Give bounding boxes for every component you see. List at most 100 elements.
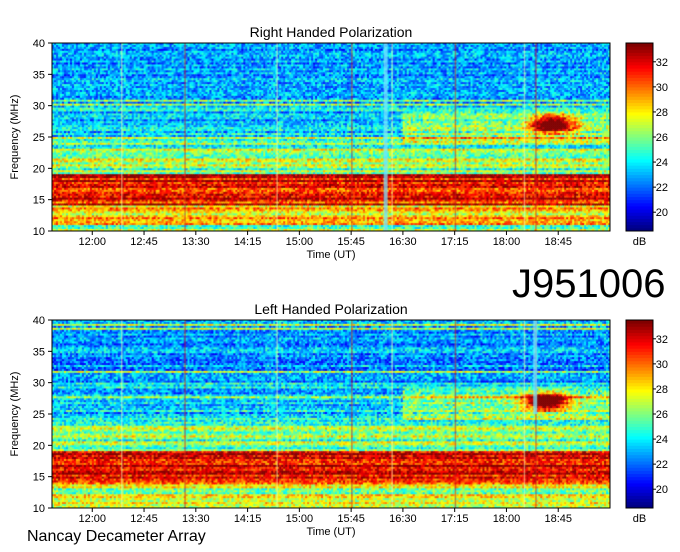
colorbar-segment [626,152,653,157]
colorbar-segment [626,495,653,500]
colorbar-segment [626,46,653,50]
colorbar-tick-label: 24 [656,434,668,446]
y-tick-label: 10 [33,503,45,515]
colorbar-segment [626,180,653,185]
x-tick-label: 15:00 [286,513,314,525]
colorbar-tick-label: 32 [656,57,668,69]
x-tick-label: 15:45 [337,513,365,525]
colorbar-segment [626,80,653,85]
colorbar-segment [626,162,653,166]
colorbar-segment [626,111,653,116]
colorbar-segment [626,470,653,475]
y-tick-label: 15 [33,195,45,207]
colorbar-segment [626,212,653,216]
colorbar-tick-label: 22 [656,459,668,471]
x-tick-label: 16:30 [389,236,417,248]
chart-title: Left Handed Polarization [254,301,407,317]
colorbar-segment [626,370,653,374]
colorbar-segment [626,338,653,343]
colorbar-segment [626,187,653,191]
colorbar-segment [626,205,653,210]
colorbar-segment [626,501,653,506]
y-tick-label: 10 [33,226,45,238]
colorbar-label: dB [633,513,646,525]
colorbar-segment [626,367,653,371]
colorbar-segment [626,435,653,440]
colorbar-segment [626,461,653,465]
colorbar-segment [626,401,653,406]
y-tick-label: 40 [33,315,45,327]
colorbar-segment [626,388,653,393]
y-tick-label: 20 [33,440,45,452]
colorbar-segment [626,64,653,69]
chart-title: Right Handed Polarization [250,24,413,40]
colorbar-segment [626,99,653,104]
colorbar-segment [626,439,653,443]
y-tick-label: 25 [33,409,45,421]
colorbar-segment [626,407,653,412]
colorbar-tick-label: 26 [656,409,668,421]
colorbar-segment [626,398,653,402]
x-axis-label: Time (UT) [306,249,355,261]
colorbar-segment [626,218,653,223]
x-tick-label: 14:15 [234,513,262,525]
colorbar-tick-label: 28 [656,384,668,396]
colorbar-segment [626,373,653,377]
colorbar-segment [626,426,653,431]
colorbar-tick-label: 20 [656,207,668,219]
y-tick-label: 20 [33,163,45,175]
colorbar-segment [626,326,653,330]
colorbar-segment [626,376,653,381]
colorbar-tick-label: 26 [656,132,668,144]
instrument-label: Nancay Decameter Array [27,528,206,545]
colorbar-segment [626,429,653,434]
colorbar-segment [626,90,653,94]
observation-id: J951006 [512,262,666,306]
colorbar-segment [626,127,653,132]
colorbar-segment [626,404,653,409]
colorbar-segment [626,149,653,154]
colorbar-segment [626,215,653,219]
colorbar-segment [626,464,653,468]
colorbar-segment [626,193,653,198]
y-tick-label: 40 [33,38,45,50]
colorbar-segment [626,414,653,418]
x-tick-label: 15:45 [337,236,365,248]
colorbar-segment [626,448,653,453]
colorbar-segment [626,351,653,355]
y-axis-label: Frequency (MHz) [9,372,21,457]
colorbar-segment [626,61,653,66]
x-tick-label: 12:45 [130,513,158,525]
colorbar-segment [626,482,653,487]
colorbar-segment [626,320,653,324]
colorbar-segment [626,479,653,484]
x-tick-label: 14:15 [234,236,262,248]
colorbar-segment [626,345,653,349]
x-tick-label: 18:00 [493,513,521,525]
colorbar-tick-label: 30 [656,359,668,371]
colorbar-segment [626,49,653,53]
colorbar-segment [626,115,653,119]
x-tick-label: 18:45 [544,513,572,525]
colorbar-segment [626,86,653,91]
colorbar-segment [626,190,653,194]
chart-panel-left: Left Handed Polarization 10 15 20 25 30 35 40 Fr… [9,301,668,538]
colorbar-segment [626,102,653,107]
colorbar-segment [626,323,653,327]
colorbar-segment [626,202,653,207]
x-tick-label: 15:00 [286,236,314,248]
colorbar-segment [626,118,653,122]
colorbar-segment [626,417,653,421]
colorbar-segment [626,105,653,110]
colorbar-segment [626,410,653,415]
colorbar-segment [626,329,653,334]
colorbar-segment [626,146,653,151]
colorbar-segment [626,432,653,437]
colorbar-segment [626,457,653,462]
colorbar-segment [626,55,653,60]
colorbar-segment [626,335,653,340]
colorbar-segment [626,385,653,390]
colorbar-segment [626,143,653,147]
colorbar-segment [626,130,653,135]
colorbar-label: dB [633,236,646,248]
